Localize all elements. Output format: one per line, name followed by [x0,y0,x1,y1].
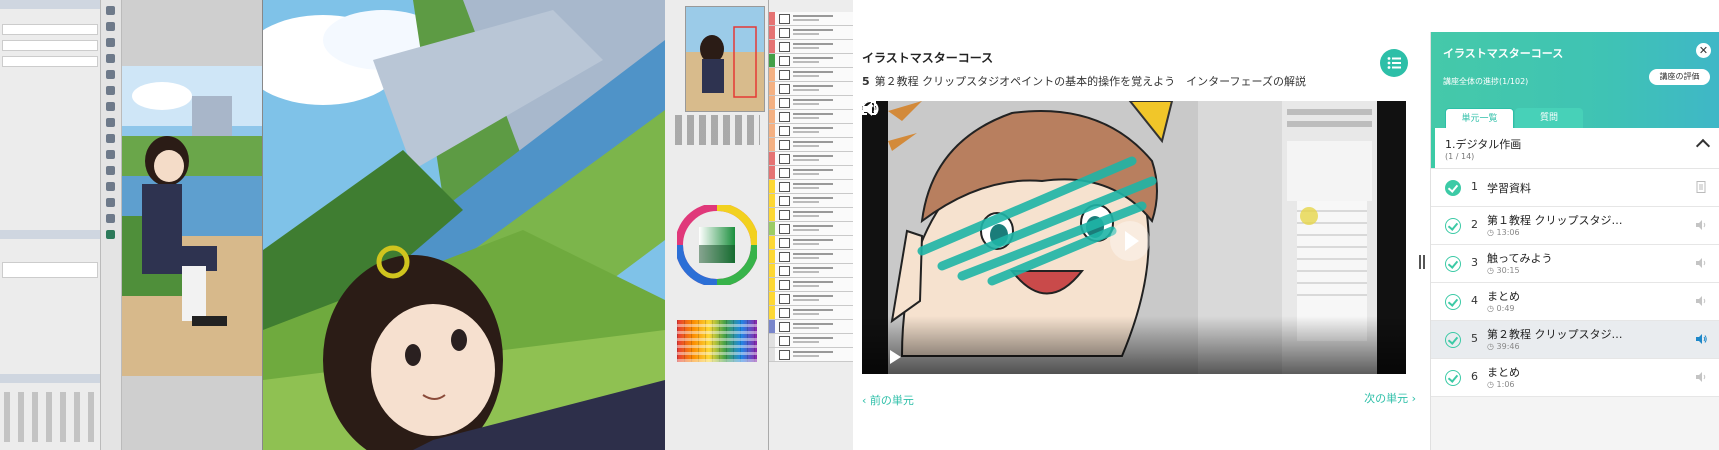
rate-course-button[interactable]: 講座の評価 [1649,69,1710,85]
check-icon [1445,218,1461,234]
next-unit-link[interactable]: 次の単元 › [1364,390,1416,406]
lesson-duration: 30:15 [1487,266,1520,275]
lesson-number: 3 [1471,256,1478,269]
sidebar-header: イラストマスターコース 講座全体の進捗(1/102) ✕ 講座の評価 単元一覧 … [1431,32,1719,129]
chevron-up-icon[interactable] [1695,138,1711,154]
chapter-title: 1.デジタル作画 [1445,138,1522,151]
lesson-duration: 1:06 [1487,380,1515,389]
lesson-item[interactable]: 1 学習資料 [1431,169,1719,207]
lesson-item-title: まとめ [1487,290,1520,303]
list-icon [1387,57,1401,69]
panel-resize-handle[interactable] [1419,255,1425,275]
navigator-preview [122,0,262,450]
course-title: イラストマスターコース [862,51,994,65]
lesson-item[interactable]: 2 第１教程 クリップスタジ… 13:06 [1431,207,1719,245]
chapter-header[interactable]: 1.デジタル作画 (1 / 14) [1431,128,1719,169]
sidebar-title: イラストマスターコース [1443,47,1564,60]
lesson-item-title: 学習資料 [1487,182,1531,195]
speaker-icon [1696,296,1706,306]
fullscreen-icon[interactable] [862,101,876,115]
lesson-item[interactable]: 4 まとめ 0:49 [1431,283,1719,321]
lesson-item-title: 触ってみよう [1487,252,1553,265]
lesson-list: 1 学習資料 2 第１教程 クリップスタジ… 13:06 3 触ってみよう 30… [1431,169,1719,397]
left-panel [0,0,101,450]
lesson-duration: 0:49 [1487,304,1515,313]
speaker-playing-icon [1696,334,1707,344]
speaker-icon [1696,258,1706,268]
lesson-item-title: 第２教程 クリップスタジ… [1487,328,1623,341]
play-icon[interactable] [890,350,901,364]
lesson-item[interactable]: 3 触ってみよう 30:15 [1431,245,1719,283]
close-icon[interactable]: ✕ [1696,43,1711,58]
drawing-canvas [262,0,666,450]
lesson-list-button[interactable] [1380,49,1408,77]
lesson-duration: 13:06 [1487,228,1520,237]
lesson-item-title: 第１教程 クリップスタジ… [1487,214,1623,227]
painting-app-screenshot [0,0,853,450]
chapter-count: (1 / 14) [1445,152,1475,161]
course-main: イラストマスターコース 5 第２教程 クリップスタジオペイントの基本的操作を覚えよ… [853,0,1431,450]
speaker-icon [1696,220,1706,230]
lesson-number: 6 [1471,370,1478,383]
center-play-icon[interactable] [1110,221,1150,261]
check-icon [1445,256,1461,272]
tab-unit-list[interactable]: 単元一覧 [1445,108,1514,129]
lesson-title-text: 第２教程 クリップスタジオペイントの基本的操作を覚えよう インターフェーズの解説 [874,75,1306,88]
next-unit-label: 次の単元 [1364,392,1409,405]
completed-check-icon [1445,180,1461,196]
prev-unit-label: 前の単元 [869,394,914,407]
lesson-title: 5 第２教程 クリップスタジオペイントの基本的操作を覚えよう インターフェーズの解… [862,73,1306,89]
prev-unit-link[interactable]: ‹ 前の単元 [862,392,914,408]
lesson-duration: 39:46 [1487,342,1520,351]
course-progress: 講座全体の進捗(1/102) [1443,77,1529,86]
tool-bar [101,0,122,450]
course-sidebar: イラストマスターコース 講座全体の進捗(1/102) ✕ 講座の評価 単元一覧 … [1430,32,1719,450]
lesson-number: 5 [862,75,870,88]
lesson-number: 2 [1471,218,1478,231]
check-icon [1445,332,1461,348]
lesson-number: 4 [1471,294,1478,307]
lesson-item[interactable]: 6 まとめ 1:06 [1431,359,1719,397]
lesson-number: 5 [1471,332,1478,345]
layer-panel [768,0,853,450]
tab-questions[interactable]: 質問 [1515,108,1583,128]
lesson-item-active[interactable]: 5 第２教程 クリップスタジ… 39:46 [1431,321,1719,359]
check-icon [1445,370,1461,386]
chapter-accent [1431,128,1435,168]
lesson-number: 1 [1471,180,1478,193]
lesson-item-title: まとめ [1487,366,1520,379]
document-icon [1696,181,1706,193]
right-tool-panel [665,0,768,450]
video-player[interactable] [862,101,1406,374]
speaker-icon [1696,372,1706,382]
check-icon [1445,294,1461,310]
